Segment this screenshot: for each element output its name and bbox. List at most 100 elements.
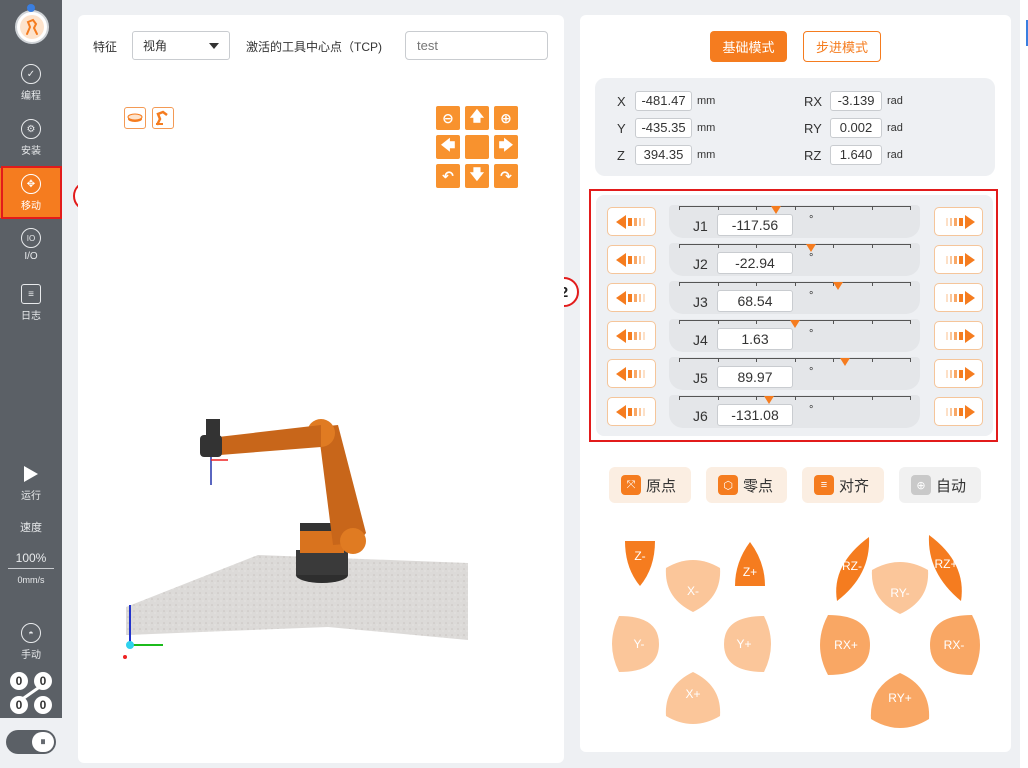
- jog-x-minus-button[interactable]: X-: [664, 558, 722, 614]
- tcp-input[interactable]: [405, 31, 548, 60]
- pose-rz: RZ 1.640 rad: [804, 145, 903, 165]
- counter-digit: 0: [10, 696, 28, 714]
- pose-z-value[interactable]: 394.35: [635, 145, 692, 165]
- pose-rx-value[interactable]: -3.139: [830, 91, 882, 111]
- pose-axis-label: Z: [617, 147, 625, 163]
- rotate-left-button[interactable]: ↶: [436, 164, 460, 188]
- zoom-out-icon: ⊖: [442, 109, 454, 126]
- viewport-panel: 特征 视角 激活的工具中心点（TCP) ⊖ 🡅 ⊕ 🡄 🡆 ↶ 🡇 ↷: [78, 15, 564, 763]
- jog-ry-minus-button[interactable]: RY-: [870, 560, 930, 616]
- align-label: 对齐: [839, 477, 870, 495]
- robot-logo-icon[interactable]: [15, 10, 49, 44]
- pose-axis-label: Y: [617, 120, 626, 136]
- view-robot-button[interactable]: [152, 107, 174, 129]
- pose-rx: RX -3.139 rad: [804, 91, 903, 111]
- run-button[interactable]: 运行: [0, 458, 62, 508]
- arrow-right-icon: 🡆: [498, 137, 514, 153]
- counter-bottom: 0 0: [10, 696, 52, 716]
- jog-label: RZ+: [934, 557, 958, 571]
- jog-rz-plus-button[interactable]: RZ+: [925, 533, 967, 603]
- sidebar-item-programming[interactable]: ✓ 编程: [0, 58, 62, 108]
- sidebar-item-install[interactable]: ⚙ 安装: [0, 113, 62, 163]
- jog-label: Y-: [633, 637, 645, 651]
- highlight-box-move: [1, 166, 62, 219]
- counter-digit: 0: [34, 696, 52, 714]
- pose-axis-label: RZ: [804, 147, 822, 163]
- pose-unit: rad: [887, 149, 903, 161]
- jog-label: X-: [687, 584, 699, 598]
- step-mode-button[interactable]: 步进模式: [803, 31, 881, 62]
- basic-mode-button[interactable]: 基础模式: [710, 31, 787, 62]
- jog-rz-minus-button[interactable]: RZ-: [831, 535, 873, 603]
- status-dot-icon: [27, 4, 35, 12]
- manual-button[interactable]: ◓ 手动: [0, 617, 62, 667]
- jog-label: RX+: [834, 638, 858, 652]
- speed-mms: 0mm/s: [17, 575, 45, 585]
- pose-axis-label: X: [617, 93, 626, 109]
- pose-x-value[interactable]: -481.47: [635, 91, 692, 111]
- view-top-button[interactable]: [124, 107, 146, 129]
- window-edge: [1020, 0, 1028, 768]
- home-label: 原点: [646, 477, 677, 495]
- zoom-in-button[interactable]: ⊕: [494, 106, 518, 130]
- align-icon: ≡: [814, 475, 834, 495]
- jog-rx-minus-button[interactable]: RX-: [928, 613, 984, 677]
- pan-right-button[interactable]: 🡆: [494, 135, 518, 159]
- log-icon: ≡: [21, 284, 41, 304]
- pose-ry-value[interactable]: 0.002: [830, 118, 882, 138]
- sidebar-item-label: 编程: [21, 91, 41, 102]
- jog-label: Z+: [742, 565, 758, 579]
- robot-3d-scene[interactable]: [108, 405, 508, 675]
- jog-z-minus-button[interactable]: Z-: [622, 538, 658, 588]
- jog-label: RY+: [888, 691, 912, 705]
- rotate-right-button[interactable]: ↷: [494, 164, 518, 188]
- zoom-in-icon: ⊕: [500, 109, 512, 126]
- sidebar-item-io[interactable]: IO I/O: [0, 220, 62, 270]
- arrow-up-icon: 🡅: [469, 108, 485, 124]
- zero-label: 零点: [743, 477, 774, 495]
- tcp-pose-panel: X -481.47 mm Y -435.35 mm Z 394.35 mm RX…: [595, 78, 995, 176]
- sidebar-item-log[interactable]: ≡ 日志: [0, 278, 62, 328]
- pose-rz-value[interactable]: 1.640: [830, 145, 882, 165]
- jog-label: X+: [685, 687, 701, 701]
- home-button[interactable]: ⤧ 原点: [609, 467, 691, 503]
- play-icon: [24, 465, 38, 482]
- pose-y: Y -435.35 mm: [617, 118, 715, 138]
- pose-ry: RY 0.002 rad: [804, 118, 903, 138]
- jog-label: RY-: [890, 586, 910, 600]
- pose-y-value[interactable]: -435.35: [635, 118, 692, 138]
- feature-label: 特征: [93, 40, 118, 54]
- jog-label: RX-: [943, 638, 965, 652]
- align-button[interactable]: ≡ 对齐: [802, 467, 884, 503]
- sidebar: ✓ 编程 ⚙ 安装 ✥ 移动 IO I/O ≡ 日志 运行 速度 100% 0m…: [0, 0, 62, 768]
- robot-arm-icon: [155, 110, 168, 126]
- jog-rx-plus-button[interactable]: RX+: [816, 613, 872, 677]
- pose-unit: rad: [887, 122, 903, 134]
- pan-up-button[interactable]: 🡅: [465, 106, 489, 130]
- jog-z-plus-button[interactable]: Z+: [732, 540, 768, 590]
- sidebar-item-label: I/O: [24, 251, 38, 262]
- sidebar-item-label: 日志: [21, 311, 41, 322]
- pause-toggle[interactable]: ⏸: [6, 730, 56, 754]
- zoom-out-button[interactable]: ⊖: [436, 106, 460, 130]
- pan-left-button[interactable]: 🡄: [436, 135, 460, 159]
- gear-icon: ⚙: [21, 119, 41, 139]
- zero-button[interactable]: ⬡ 零点: [706, 467, 787, 503]
- auto-button[interactable]: ⊕ 自动: [899, 467, 981, 503]
- jog-x-plus-button[interactable]: X+: [664, 670, 722, 726]
- highlight-box-joints: [589, 189, 998, 442]
- pose-x: X -481.47 mm: [617, 91, 715, 111]
- feature-select[interactable]: 视角: [132, 31, 230, 60]
- jog-ry-plus-button[interactable]: RY+: [869, 671, 931, 731]
- pan-down-button[interactable]: 🡇: [465, 164, 489, 188]
- sidebar-item-label: 安装: [21, 146, 41, 157]
- speed-percent: 100%: [15, 551, 47, 565]
- rotate-right-icon: ↷: [500, 167, 512, 184]
- manual-label: 手动: [21, 650, 41, 661]
- io-icon: IO: [21, 228, 41, 248]
- reset-view-button[interactable]: [465, 135, 489, 159]
- jog-y-plus-button[interactable]: Y+: [722, 614, 774, 674]
- pose-unit: mm: [697, 122, 716, 134]
- jog-y-minus-button[interactable]: Y-: [609, 614, 661, 674]
- pose-axis-label: RX: [804, 93, 823, 109]
